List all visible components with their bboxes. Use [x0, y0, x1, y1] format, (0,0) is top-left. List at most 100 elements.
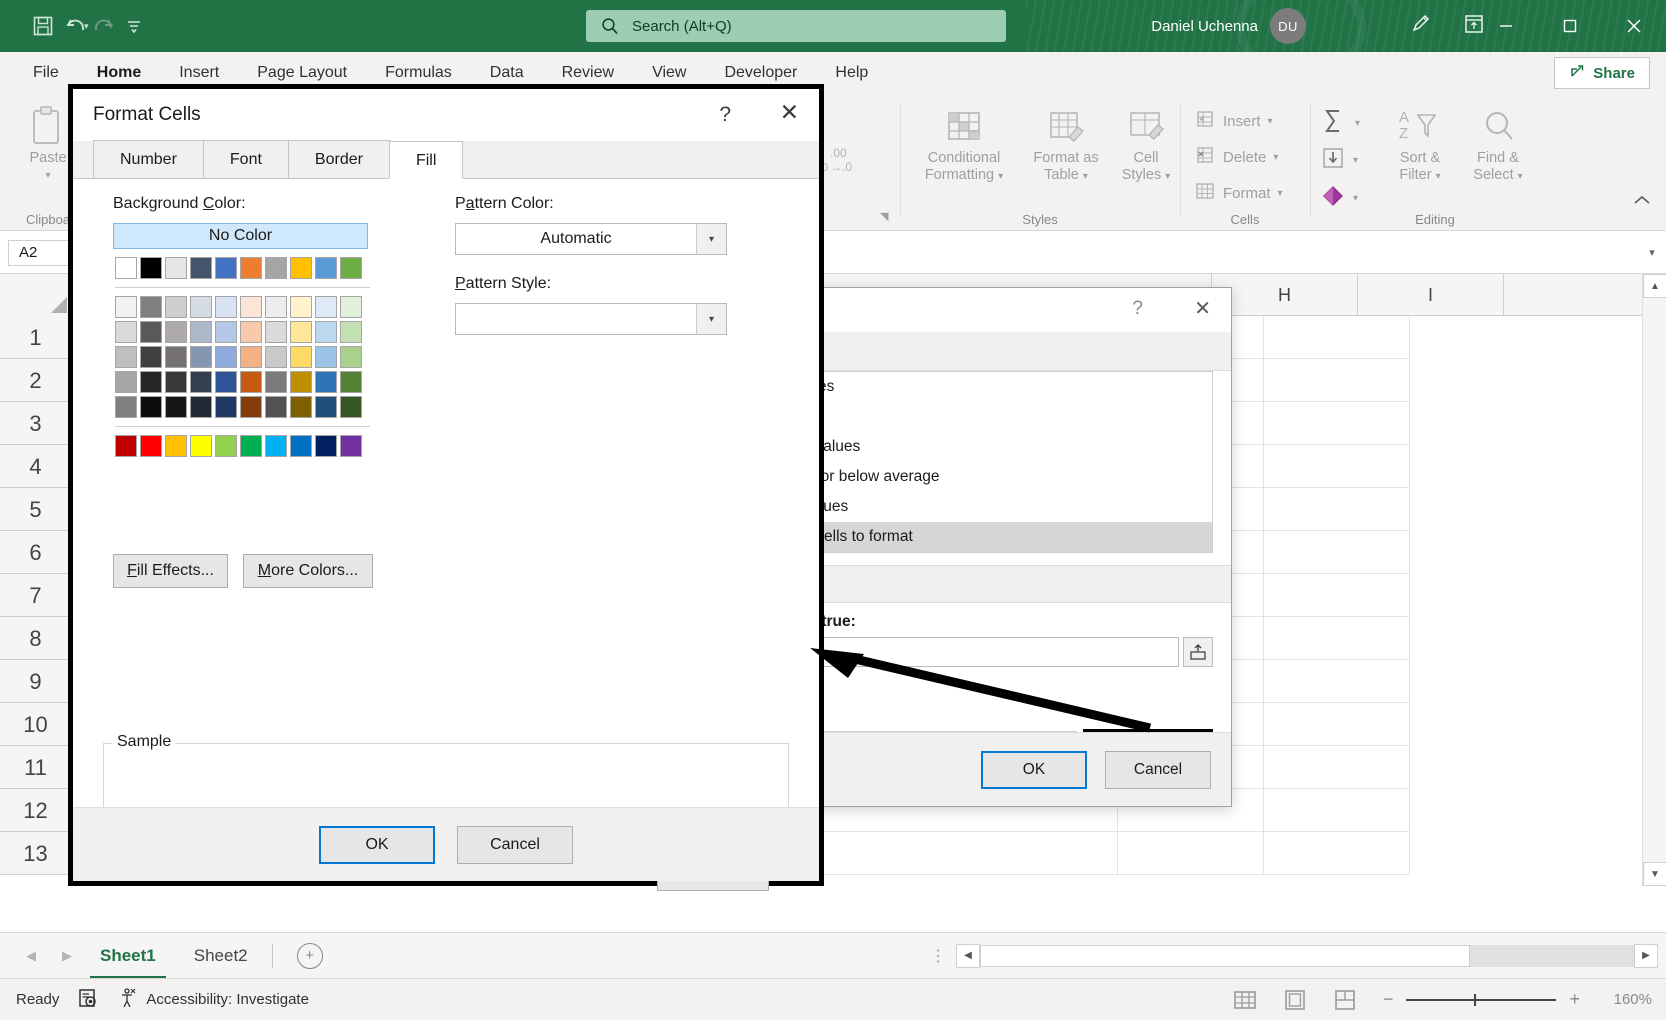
color-swatch[interactable]	[165, 435, 187, 457]
palette-row-shade-1[interactable]	[115, 371, 370, 393]
customize-qat-icon[interactable]	[113, 7, 155, 45]
color-swatch[interactable]	[315, 321, 337, 343]
vertical-scrollbar[interactable]: ▲ ▼	[1642, 274, 1666, 886]
color-swatch[interactable]	[290, 321, 312, 343]
palette-row-tint-2[interactable]	[115, 321, 370, 343]
background-color-palette[interactable]	[115, 257, 370, 457]
find-and-select-button[interactable]: Find & Select ▾	[1458, 104, 1538, 185]
account-area[interactable]: Daniel Uchenna DU	[1151, 0, 1306, 52]
color-swatch[interactable]	[215, 435, 237, 457]
autosum-button[interactable]: ▾	[1320, 108, 1360, 138]
color-swatch[interactable]	[240, 346, 262, 368]
column-header-i[interactable]: I	[1358, 274, 1504, 316]
ribbon-tab-help[interactable]: Help	[816, 52, 887, 94]
macro-record-icon[interactable]	[77, 987, 99, 1013]
expand-formula-bar-icon[interactable]: ▾	[1638, 246, 1666, 259]
chevron-down-icon[interactable]: ▾	[1518, 171, 1523, 182]
row-header-1[interactable]: 1	[0, 316, 72, 359]
color-swatch[interactable]	[290, 396, 312, 418]
color-swatch[interactable]	[115, 296, 137, 318]
color-swatch[interactable]	[265, 321, 287, 343]
color-swatch[interactable]	[240, 396, 262, 418]
chevron-down-icon[interactable]: ▾	[696, 304, 726, 334]
sheet-tab-sheet2[interactable]: Sheet2	[184, 933, 258, 979]
color-swatch[interactable]	[315, 257, 337, 279]
collapse-ribbon-icon[interactable]	[1632, 194, 1652, 211]
color-swatch[interactable]	[190, 321, 212, 343]
cancel-button[interactable]: Cancel	[457, 826, 573, 864]
page-break-preview-icon[interactable]	[1333, 989, 1357, 1011]
no-color-button[interactable]: No Color	[113, 223, 368, 249]
conditional-formatting-button[interactable]: Conditional Formatting ▾	[908, 104, 1020, 185]
palette-row-tint-3[interactable]	[115, 346, 370, 368]
hscroll-track[interactable]	[980, 945, 1634, 967]
color-swatch[interactable]	[115, 396, 137, 418]
color-swatch[interactable]	[240, 257, 262, 279]
row-header-12[interactable]: 12	[0, 789, 72, 832]
color-swatch[interactable]	[165, 321, 187, 343]
row-header-2[interactable]: 2	[0, 359, 72, 402]
color-swatch[interactable]	[115, 321, 137, 343]
color-swatch[interactable]	[240, 321, 262, 343]
row-header-13[interactable]: 13	[0, 832, 72, 875]
color-swatch[interactable]	[340, 257, 362, 279]
row-header-11[interactable]: 11	[0, 746, 72, 789]
color-swatch[interactable]	[215, 321, 237, 343]
scroll-right-button[interactable]: ▶	[1634, 944, 1658, 968]
color-swatch[interactable]	[165, 257, 187, 279]
color-swatch[interactable]	[115, 257, 137, 279]
color-swatch[interactable]	[290, 257, 312, 279]
fill-effects-button[interactable]: Fill Effects...	[113, 554, 228, 588]
tab-number[interactable]: Number	[93, 140, 204, 178]
color-swatch[interactable]	[340, 346, 362, 368]
color-swatch[interactable]	[340, 396, 362, 418]
row-header-4[interactable]: 4	[0, 445, 72, 488]
color-swatch[interactable]	[265, 346, 287, 368]
color-swatch[interactable]	[165, 396, 187, 418]
color-swatch[interactable]	[340, 296, 362, 318]
minimize-button[interactable]	[1474, 0, 1538, 52]
color-swatch[interactable]	[290, 371, 312, 393]
color-swatch[interactable]	[340, 435, 362, 457]
color-swatch[interactable]	[240, 371, 262, 393]
row-header-7[interactable]: 7	[0, 574, 72, 617]
color-swatch[interactable]	[315, 346, 337, 368]
page-layout-icon[interactable]	[1283, 989, 1307, 1011]
chevron-down-icon[interactable]: ▾	[1353, 193, 1358, 204]
color-swatch[interactable]	[315, 435, 337, 457]
clear-button[interactable]: ▾	[1320, 184, 1358, 212]
avatar[interactable]: DU	[1270, 8, 1306, 44]
chevron-down-icon[interactable]: ▾	[1436, 171, 1441, 182]
chevron-down-icon[interactable]: ▾	[1273, 152, 1278, 163]
ok-button[interactable]: OK	[319, 826, 435, 864]
restore-button[interactable]	[1538, 0, 1602, 52]
row-header-5[interactable]: 5	[0, 488, 72, 531]
color-swatch[interactable]	[115, 371, 137, 393]
fill-button[interactable]: ▾	[1320, 146, 1358, 174]
color-swatch[interactable]	[165, 346, 187, 368]
select-all-corner[interactable]	[0, 274, 72, 316]
color-swatch[interactable]	[340, 321, 362, 343]
row-header-3[interactable]: 3	[0, 402, 72, 445]
pattern-style-combo[interactable]: ▾	[455, 303, 727, 335]
sheet-tab-sheet1[interactable]: Sheet1	[90, 933, 166, 979]
color-swatch[interactable]	[265, 371, 287, 393]
close-icon[interactable]: ✕	[780, 99, 799, 126]
chevron-down-icon[interactable]: ▾	[696, 224, 726, 254]
color-swatch[interactable]	[265, 257, 287, 279]
color-swatch[interactable]	[240, 435, 262, 457]
close-icon[interactable]: ✕	[1194, 296, 1211, 321]
chevron-down-icon[interactable]: ▾	[1165, 171, 1170, 182]
pen-icon[interactable]	[1408, 12, 1432, 41]
close-button[interactable]	[1602, 0, 1666, 52]
color-swatch[interactable]	[190, 257, 212, 279]
zoom-slider[interactable]	[1406, 999, 1556, 1001]
row-header-9[interactable]: 9	[0, 660, 72, 703]
chevron-down-icon[interactable]: ▾	[1083, 171, 1088, 182]
chevron-down-icon[interactable]: ▾	[1355, 118, 1360, 129]
more-colors-button[interactable]: More Colors...	[243, 554, 373, 588]
horizontal-scrollbar[interactable]: ◀ ▶	[956, 944, 1658, 968]
ok-button[interactable]: OK	[981, 751, 1087, 789]
insert-cells-button[interactable]: Insert ▾	[1194, 108, 1273, 134]
palette-row-standard[interactable]	[115, 435, 370, 457]
